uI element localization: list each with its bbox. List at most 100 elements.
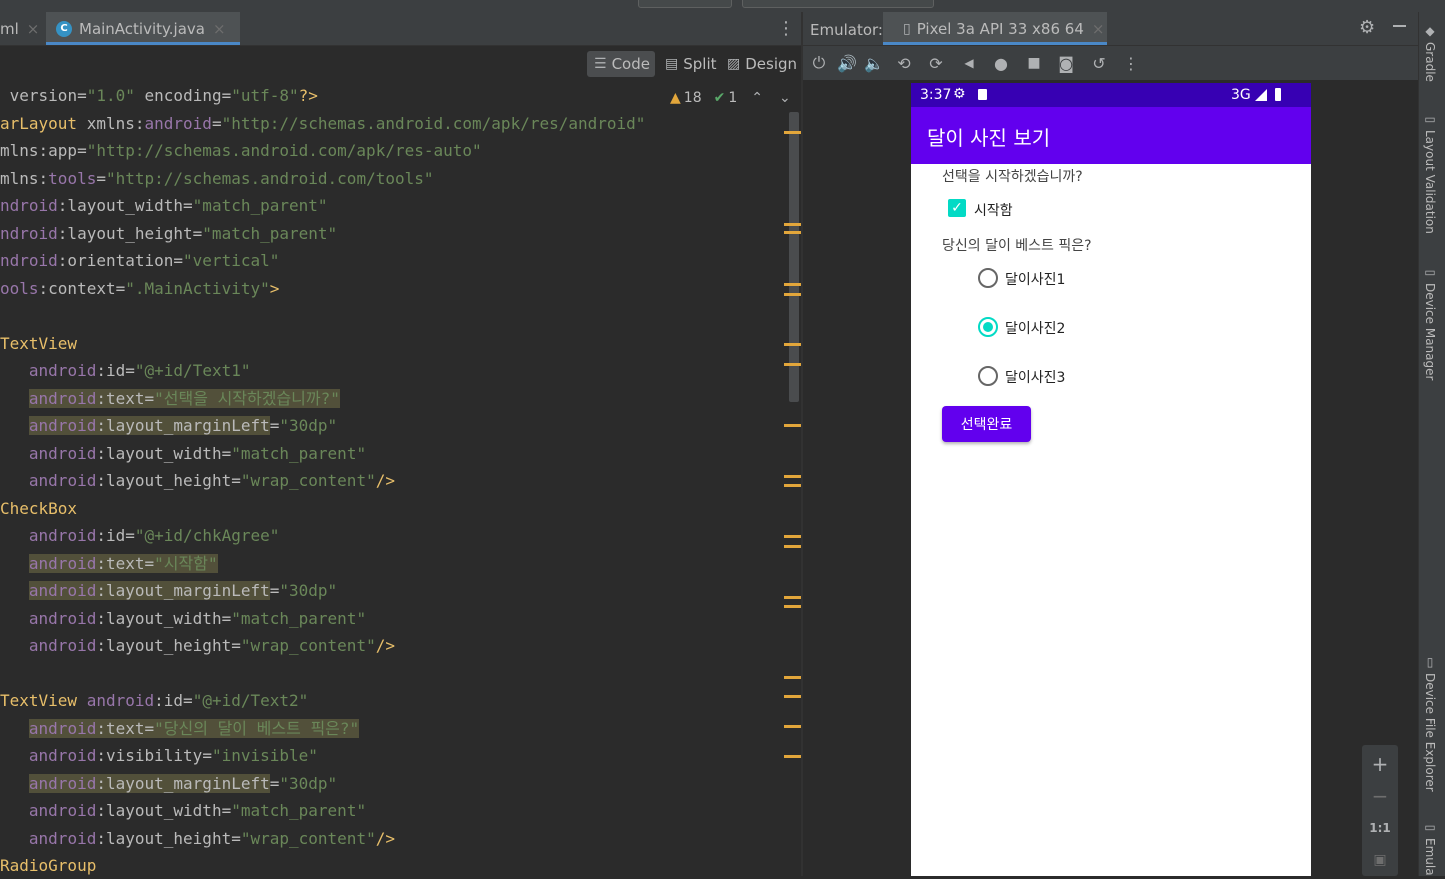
next-highlight-icon[interactable]: ⌄ [779, 90, 791, 106]
code-token: "vertical" [183, 251, 280, 270]
warning-marker[interactable] [784, 231, 801, 234]
power-icon[interactable]: ⏻ [808, 53, 830, 73]
volume-up-icon[interactable]: 🔊 [836, 53, 858, 73]
warning-marker[interactable] [784, 363, 801, 366]
editor-scrollbar[interactable] [789, 112, 799, 402]
code-line[interactable]: android:layout_marginLeft="30dp" [0, 412, 337, 439]
gradle-tool-button[interactable]: ◆ Gradle [1423, 24, 1437, 82]
warning-marker[interactable] [784, 293, 801, 296]
code-line[interactable]: RadioGroup [0, 852, 96, 879]
radio-button-3[interactable] [978, 366, 998, 386]
radio-label-1[interactable]: 달이사진1 [1005, 269, 1065, 289]
more-icon[interactable]: ⋮ [1120, 53, 1142, 73]
code-line[interactable]: android:text="시작함" [0, 550, 218, 577]
warning-marker[interactable] [784, 535, 801, 538]
design-mode-button[interactable]: ▨ Design [723, 51, 801, 77]
close-icon[interactable]: × [27, 20, 40, 38]
warning-marker[interactable] [784, 484, 801, 487]
back-icon[interactable]: ◀ [958, 53, 980, 73]
code-line[interactable]: mlns:app="http://schemas.android.com/apk… [0, 137, 482, 164]
warning-marker[interactable] [784, 725, 801, 728]
code-line[interactable]: android:visibility="invisible" [0, 742, 318, 769]
zoom-out-button[interactable]: − [1362, 781, 1398, 811]
warning-marker[interactable] [784, 424, 801, 427]
code-line[interactable]: arLayout xmlns:android="http://schemas.a… [0, 110, 645, 137]
layout-validation-tool-button[interactable]: ▭ Layout Validation [1423, 112, 1437, 234]
previous-highlight-icon[interactable]: ⌃ [751, 90, 763, 106]
code-line[interactable]: android:id="@+id/Text1" [0, 357, 251, 384]
warning-marker[interactable] [784, 596, 801, 599]
code-line[interactable]: ools:context=".MainActivity"> [0, 275, 279, 302]
code-line[interactable]: TextView android:id="@+id/Text2" [0, 687, 308, 714]
warning-marker[interactable] [784, 695, 801, 698]
zoom-fit-icon[interactable]: ▣ [1362, 845, 1398, 875]
code-line[interactable]: version="1.0" encoding="utf-8"?> [0, 82, 318, 109]
close-icon[interactable]: × [1092, 20, 1105, 38]
code-line[interactable]: android:text="당신의 달이 베스트 픽은?" [0, 715, 360, 742]
warning-marker[interactable] [784, 605, 801, 608]
code-line[interactable]: CheckBox [0, 495, 77, 522]
snapshot-icon[interactable]: ↺ [1088, 53, 1110, 73]
radio-label-2[interactable]: 달이사진2 [1005, 318, 1065, 338]
warning-marker[interactable] [784, 676, 801, 679]
tab-pixel-3a[interactable]: ▯ Pixel 3a API 33 x86 64 × [883, 12, 1107, 45]
warning-marker[interactable] [784, 283, 801, 286]
tab-main-activity-java[interactable]: C MainActivity.java × [46, 12, 240, 45]
code-line[interactable]: mlns:tools="http://schemas.android.com/t… [0, 165, 434, 192]
start-checkbox[interactable]: ✓ [948, 199, 966, 217]
code-line[interactable]: android:layout_height="wrap_content"/> [0, 632, 395, 659]
radio-button-1[interactable] [978, 268, 998, 288]
code-line[interactable]: android:layout_width="match_parent" [0, 605, 366, 632]
signal-icon [1255, 89, 1267, 101]
rotate-left-icon[interactable]: ⟲ [893, 53, 915, 73]
radio-button-2[interactable] [978, 317, 998, 337]
close-icon[interactable]: × [213, 20, 226, 38]
overview-icon[interactable]: ■ [1023, 53, 1045, 73]
code-line[interactable]: TextView [0, 330, 77, 357]
inspection-widget[interactable]: ▲ 18 ✔ 1 ⌃ ⌄ [670, 88, 791, 108]
warning-marker[interactable] [784, 131, 801, 134]
warning-marker[interactable] [784, 545, 801, 548]
code-line[interactable]: android:id="@+id/chkAgree" [0, 522, 279, 549]
code-line[interactable]: android:layout_width="match_parent" [0, 440, 366, 467]
code-line[interactable]: android:layout_marginLeft="30dp" [0, 577, 337, 604]
checkbox-label[interactable]: 시작함 [974, 200, 1013, 220]
code-line[interactable]: android:layout_marginLeft="30dp" [0, 770, 337, 797]
code-line[interactable]: android:layout_height="wrap_content"/> [0, 825, 395, 852]
emulator-tool-button[interactable]: ▭ Emula [1423, 820, 1437, 876]
device-selector[interactable] [742, 0, 934, 8]
zoom-actual-size-button[interactable]: 1:1 [1362, 813, 1398, 843]
minimize-icon[interactable] [1391, 18, 1407, 34]
warning-marker[interactable] [784, 343, 801, 346]
code-line[interactable]: android:layout_height="wrap_content"/> [0, 467, 395, 494]
screenshot-icon[interactable]: ◙ [1055, 53, 1077, 73]
code-editor[interactable]: version="1.0" encoding="utf-8"?> arLayout… [0, 80, 790, 876]
split-mode-button[interactable]: ▤ Split [661, 51, 721, 77]
code-line[interactable]: ndroid:layout_height="match_parent" [0, 220, 337, 247]
code-line[interactable]: ndroid:orientation="vertical" [0, 247, 279, 274]
device-file-explorer-tool-button[interactable]: ▯ Device File Explorer [1423, 655, 1437, 792]
code-line[interactable]: ndroid:layout_width="match_parent" [0, 192, 328, 219]
rotate-right-icon[interactable]: ⟳ [925, 53, 947, 73]
code-mode-button[interactable]: ☰ Code [587, 51, 655, 77]
device-manager-tool-button[interactable]: ▭ Device Manager [1423, 265, 1437, 380]
warning-marker[interactable] [784, 475, 801, 478]
volume-down-icon[interactable]: 🔈 [863, 53, 885, 73]
tab-activity-main-xml[interactable]: ml × [0, 12, 49, 45]
gear-icon[interactable]: ⚙ [1359, 17, 1375, 38]
done-button[interactable]: 선택완료 [942, 406, 1031, 442]
code-line[interactable]: android:layout_width="match_parent" [0, 797, 366, 824]
warning-marker[interactable] [784, 755, 801, 758]
zoom-in-button[interactable]: + [1362, 749, 1398, 779]
more-options-icon[interactable]: ⋮ [777, 12, 795, 45]
warning-marker[interactable] [784, 223, 801, 226]
home-icon[interactable]: ● [990, 53, 1012, 73]
code-token: = [183, 691, 193, 710]
device-screen[interactable]: 3:37 ⚙ 3G 달이 사진 보기 선택을 시작하겠습니까? ✓ 시작함 당신… [911, 83, 1311, 876]
run-config-selector[interactable] [638, 0, 732, 8]
radio-label-3[interactable]: 달이사진3 [1005, 367, 1065, 387]
code-line[interactable]: android:text="선택을 시작하겠습니까?" [0, 385, 340, 412]
